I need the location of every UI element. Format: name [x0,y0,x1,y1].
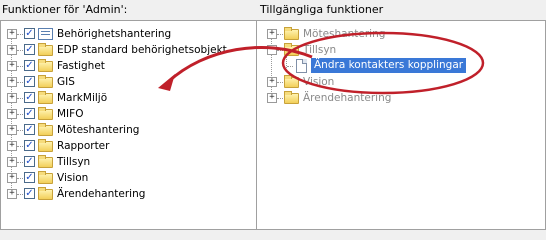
checkbox[interactable]: ✓ [24,76,35,87]
checkbox[interactable]: ✓ [24,44,35,55]
folder-icon [38,187,53,200]
checkbox[interactable]: ✓ [24,124,35,135]
expand-icon[interactable]: + [267,77,277,87]
expand-icon[interactable]: + [7,61,17,71]
expand-icon[interactable]: + [7,125,17,135]
expand-icon[interactable]: + [7,29,17,39]
folder-icon [38,123,53,136]
list-icon [38,28,53,40]
folder-icon [38,91,53,104]
tree-item-label: Behörighetshantering [57,28,172,40]
tree-item-markmiljo[interactable]: + ✓ MarkMiljö [6,90,257,106]
tree-item-edp[interactable]: + ✓ EDP standard behörighetsobjekt [6,42,257,58]
expand-icon[interactable]: + [7,141,17,151]
available-functions-tree[interactable]: + Möteshantering − Tillsyn Ändra kontakt… [256,20,546,230]
tree-item-mifo[interactable]: + ✓ MIFO [6,106,257,122]
checkbox[interactable]: ✓ [24,28,35,39]
checkbox[interactable]: ✓ [24,108,35,119]
tree-item-label: Fastighet [57,60,105,72]
tree-item-label: Ärendehantering [57,188,146,200]
tree-item-label: Vision [303,76,335,88]
tree-item-label: GIS [57,76,75,88]
checkbox[interactable]: ✓ [24,188,35,199]
expand-icon[interactable]: + [7,45,17,55]
folder-icon [38,59,53,72]
open-folder-icon [284,43,299,56]
tree-item-label: Tillsyn [57,156,91,168]
expand-icon[interactable]: + [7,157,17,167]
collapse-icon[interactable]: − [267,45,277,55]
tree-item-label: Möteshantering [303,28,386,40]
tree-item-vision[interactable]: + Vision [262,74,545,90]
folder-icon [284,27,299,40]
tree-item-arendehantering[interactable]: + Ärendehantering [262,90,545,106]
tree-item-label: Tillsyn [303,44,337,56]
folder-icon [38,139,53,152]
checkbox[interactable]: ✓ [24,156,35,167]
folder-icon [38,155,53,168]
tree-item-moteshantering[interactable]: + Möteshantering [262,26,545,42]
assigned-functions-tree[interactable]: + ✓ Behörighetshantering + ✓ EDP standar… [0,20,258,230]
tree-item-moteshantering[interactable]: + ✓ Möteshantering [6,122,257,138]
expand-icon[interactable]: + [7,93,17,103]
expand-icon[interactable]: + [267,93,277,103]
folder-icon [284,75,299,88]
folder-icon [38,107,53,120]
expand-icon[interactable]: + [7,77,17,87]
expand-icon[interactable]: + [267,29,277,39]
tree-item-gis[interactable]: + ✓ GIS [6,74,257,90]
tree-item-label: MIFO [57,108,84,120]
right-panel-title: Tillgängliga funktioner [260,3,384,16]
expand-icon[interactable]: + [7,109,17,119]
tree-item-behorighetshantering[interactable]: + ✓ Behörighetshantering [6,26,257,42]
tree-item-label: Rapporter [57,140,110,152]
tree-item-arendehantering[interactable]: + ✓ Ärendehantering [6,186,257,202]
left-panel-title: Funktioner för 'Admin': [2,3,128,16]
folder-icon [38,171,53,184]
selected-item-label[interactable]: Ändra kontakters kopplingar [311,58,467,73]
tree-item-label: Ärendehantering [303,92,392,104]
folder-icon [38,43,53,56]
folder-icon [38,75,53,88]
tree-item-fastighet[interactable]: + ✓ Fastighet [6,58,257,74]
checkbox[interactable]: ✓ [24,92,35,103]
document-icon [296,59,307,73]
tree-item-andra-kontakters-kopplingar[interactable]: Ändra kontakters kopplingar [262,58,545,74]
expand-icon[interactable]: + [7,189,17,199]
checkbox[interactable]: ✓ [24,140,35,151]
tree-item-label: Möteshantering [57,124,140,136]
tree-item-tillsyn[interactable]: − Tillsyn [262,42,545,58]
expand-icon[interactable]: + [7,173,17,183]
tree-item-label: EDP standard behörighetsobjekt [57,44,227,56]
checkbox[interactable]: ✓ [24,60,35,71]
tree-item-label: Vision [57,172,89,184]
folder-icon [284,91,299,104]
tree-item-label: MarkMiljö [57,92,108,104]
tree-item-tillsyn[interactable]: + ✓ Tillsyn [6,154,257,170]
checkbox[interactable]: ✓ [24,172,35,183]
tree-item-rapporter[interactable]: + ✓ Rapporter [6,138,257,154]
tree-item-vision[interactable]: + ✓ Vision [6,170,257,186]
